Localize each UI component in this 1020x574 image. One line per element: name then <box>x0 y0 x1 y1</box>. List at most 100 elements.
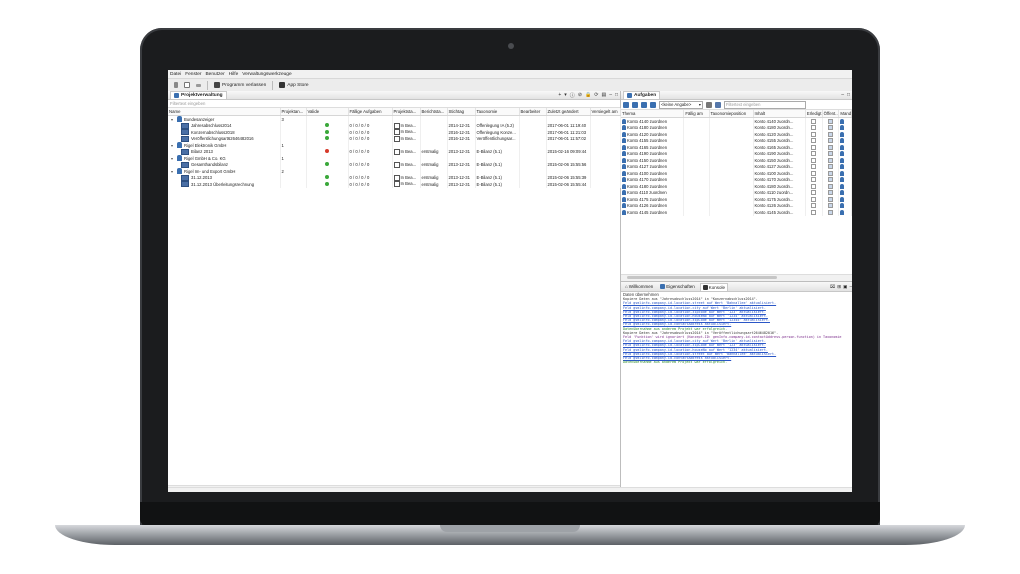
menu-item-fenster[interactable]: Fenster <box>185 72 201 77</box>
done-checkbox[interactable] <box>811 125 817 131</box>
tree-node[interactable]: ▾ Rigel Im- und Export GmbH <box>169 168 279 175</box>
public-checkbox[interactable] <box>828 144 833 150</box>
task-clear-icon[interactable] <box>715 101 721 108</box>
public-checkbox[interactable] <box>828 170 833 176</box>
done-checkbox[interactable] <box>811 164 817 170</box>
public-checkbox[interactable] <box>828 125 833 131</box>
column-header[interactable]: Taxonomie <box>475 108 520 116</box>
table-row[interactable]: Veröffentlichungsart62646482016 0 / 0 / 0… <box>168 135 621 142</box>
done-checkbox[interactable] <box>811 190 817 196</box>
leave-program-button[interactable]: Programm verlassen <box>214 82 266 88</box>
column-header[interactable]: Thema <box>621 110 685 118</box>
column-header[interactable]: Mand <box>838 110 852 118</box>
tree-node[interactable]: 31.12.2013 <box>169 174 279 181</box>
table-row[interactable]: Konto 4145 zuordnen Konto 4145 zuordn... <box>621 209 852 216</box>
maximize-icon[interactable]: □ <box>847 92 850 98</box>
column-header[interactable]: Stichtag <box>447 108 476 116</box>
menu-item-hilfe[interactable]: Hilfe <box>229 72 239 77</box>
microphone-icon[interactable] <box>174 82 178 88</box>
column-header[interactable]: Valide <box>306 108 349 116</box>
maximize-icon[interactable]: □ <box>615 92 618 99</box>
project-filter-input[interactable]: Filtertext eingeben <box>168 100 620 108</box>
tree-node[interactable]: ▾ Rigel Elektronik GmbH <box>169 142 279 149</box>
public-checkbox[interactable] <box>828 157 833 163</box>
task-print-icon[interactable] <box>706 101 712 108</box>
done-checkbox[interactable] <box>811 131 817 137</box>
column-header[interactable]: Inhalt <box>753 110 806 118</box>
done-checkbox[interactable] <box>811 209 817 215</box>
tree-node[interactable]: Konzernabschluss2018 <box>169 129 279 136</box>
info-icon[interactable]: ⓘ <box>570 92 575 99</box>
column-header[interactable]: Projektan... <box>280 108 307 116</box>
dropdown-icon[interactable]: ▾ <box>564 92 567 99</box>
column-header[interactable]: Fällige Aufgaben <box>348 108 393 116</box>
column-header[interactable]: Projektsta... <box>392 108 421 116</box>
done-checkbox[interactable] <box>811 203 817 209</box>
public-checkbox[interactable] <box>828 164 833 170</box>
public-checkbox[interactable] <box>828 203 833 209</box>
minimize-icon[interactable]: – <box>609 92 612 99</box>
tree-node[interactable]: Gesamthandsbilanz <box>169 161 279 168</box>
column-header[interactable]: Berichtsta... <box>420 108 448 116</box>
public-checkbox[interactable] <box>828 190 833 196</box>
task-filter-mine-icon[interactable] <box>632 101 638 108</box>
minimize-icon[interactable]: – <box>849 284 852 290</box>
expand-arrow-icon[interactable]: ▾ <box>171 169 175 174</box>
public-checkbox[interactable] <box>828 118 833 124</box>
filter-icon[interactable]: ▤ <box>601 92 606 99</box>
tab-projektverwaltung[interactable]: Projektverwaltung <box>170 91 227 99</box>
public-checkbox[interactable] <box>828 177 833 183</box>
done-checkbox[interactable] <box>811 183 817 189</box>
tree-node[interactable]: Veröffentlichungsart62646482016 <box>169 135 279 142</box>
menu-item-verwaltungswerkzeuge[interactable]: Verwaltungswerkzeuge <box>242 72 291 77</box>
minimize-icon[interactable]: – <box>841 92 844 98</box>
done-checkbox[interactable] <box>811 170 817 176</box>
public-checkbox[interactable] <box>828 196 833 202</box>
column-header[interactable]: Name <box>168 108 281 116</box>
done-checkbox[interactable] <box>811 177 817 183</box>
refresh-icon[interactable]: ⟳ <box>594 92 598 99</box>
task-filter-input[interactable]: Filtertext eingeben <box>724 100 806 109</box>
display-selected-icon[interactable]: ▣ <box>843 284 847 290</box>
public-checkbox[interactable] <box>828 131 833 137</box>
save-icon[interactable] <box>184 82 190 88</box>
lock-icon[interactable]: 🔒 <box>585 92 591 99</box>
menu-item-datei[interactable]: Datei <box>170 72 181 77</box>
public-checkbox[interactable] <box>828 209 833 215</box>
table-row[interactable]: 31.12.2013 Überleitungsrechnung 0 / 0 / 0… <box>168 181 621 188</box>
menu-item-benutzer[interactable]: Benutzer <box>205 72 224 77</box>
tree-node[interactable]: Jahresabschluss2014 <box>169 122 279 129</box>
undo-icon[interactable] <box>196 83 201 87</box>
add-icon[interactable]: + <box>558 92 561 99</box>
done-checkbox[interactable] <box>811 118 817 124</box>
done-checkbox[interactable] <box>811 157 817 163</box>
done-checkbox[interactable] <box>811 144 817 150</box>
tree-node[interactable]: 31.12.2013 Überleitungsrechnung <box>169 181 279 188</box>
task-filter-all-icon[interactable] <box>623 101 629 108</box>
tree-node[interactable]: ▾ Rigel GmbH & Co. KG <box>169 155 279 162</box>
tasks-horizontal-scrollbar[interactable] <box>621 274 852 281</box>
done-checkbox[interactable] <box>811 196 817 202</box>
tree-node[interactable]: ▾ Bundesanzeiger <box>169 116 279 123</box>
column-header[interactable]: Zuletzt geändert <box>546 108 591 116</box>
table-row[interactable]: Konto 4140 zuordnen Konto 4140 zuordn... <box>621 117 852 125</box>
app-store-button[interactable]: App Store <box>279 82 309 88</box>
pin-icon[interactable]: ⊞ <box>837 284 841 290</box>
table-row[interactable]: ▾ Bundesanzeiger 3 <box>168 115 621 123</box>
tab-willkommen[interactable]: ⌂ Willkommen <box>623 283 655 290</box>
done-checkbox[interactable] <box>811 138 817 144</box>
scrollbar-thumb[interactable] <box>627 276 777 279</box>
tree-node[interactable]: Bilanz 2013 <box>169 148 279 155</box>
public-checkbox[interactable] <box>828 151 833 157</box>
expand-arrow-icon[interactable]: ▾ <box>171 117 175 122</box>
column-header[interactable]: Versiegelt am <box>590 108 621 116</box>
task-filter-done-icon[interactable] <box>650 101 656 108</box>
tab-konsole[interactable]: Konsole <box>699 282 729 291</box>
block-icon[interactable]: ⊘ <box>578 92 582 99</box>
task-assignee-select[interactable]: <keine Angabe> ▾ <box>659 100 703 109</box>
tab-eigenschaften[interactable]: Eigenschaften <box>658 283 697 290</box>
expand-arrow-icon[interactable]: ▾ <box>171 156 175 161</box>
column-header[interactable]: Taxonomieposition <box>709 110 754 118</box>
tab-aufgaben[interactable]: Aufgaben <box>623 91 661 99</box>
public-checkbox[interactable] <box>828 138 833 144</box>
